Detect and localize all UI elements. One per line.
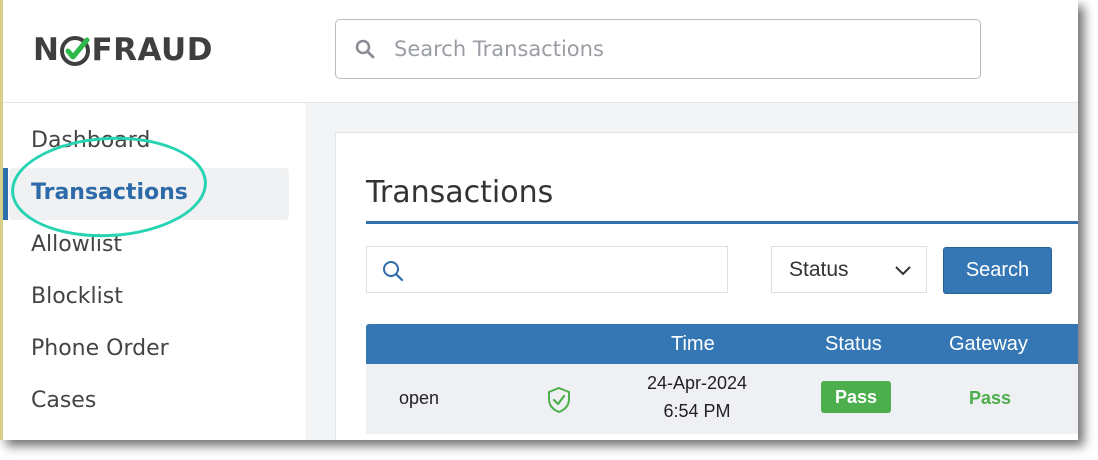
chevron-down-icon xyxy=(895,265,911,275)
transactions-panel: Transactions Status Search Time Status G… xyxy=(335,132,1078,440)
sidebar-item-cases[interactable]: Cases xyxy=(31,388,96,413)
table-row xyxy=(366,434,1078,440)
app-window: N FRAUD Dashboard Transactions Allowlist… xyxy=(0,0,1078,440)
search-icon xyxy=(383,261,404,282)
column-header-gateway[interactable]: Gateway xyxy=(949,333,1028,356)
logo-check-icon xyxy=(60,36,91,66)
global-search-input[interactable] xyxy=(392,36,956,62)
table-header: Time Status Gateway xyxy=(366,324,1078,364)
search-button[interactable]: Search xyxy=(943,247,1052,294)
search-icon xyxy=(355,39,375,59)
transaction-filter-input[interactable] xyxy=(366,246,728,293)
top-bar: N FRAUD xyxy=(3,0,1078,103)
global-search[interactable] xyxy=(335,19,981,79)
table-row[interactable]: open 24-Apr-2024 6:54 PM Pass Pass xyxy=(366,364,1078,434)
row-time-clock: 6:54 PM xyxy=(663,401,731,421)
status-select[interactable]: Status xyxy=(771,246,927,293)
status-badge: Pass xyxy=(821,381,891,413)
nofraud-logo[interactable]: N FRAUD xyxy=(33,30,213,70)
column-header-time[interactable]: Time xyxy=(671,333,715,356)
gateway-status: Pass xyxy=(969,388,1012,408)
shield-check-icon xyxy=(548,386,570,414)
title-divider xyxy=(366,221,1078,224)
column-header-status[interactable]: Status xyxy=(825,333,882,356)
sidebar-active-indicator xyxy=(3,168,8,220)
page-title: Transactions xyxy=(366,175,554,210)
logo-text-left: N xyxy=(33,32,60,68)
row-open-link[interactable]: open xyxy=(399,388,439,409)
sidebar-item-blocklist[interactable]: Blocklist xyxy=(31,284,123,309)
sidebar-item-phone-order[interactable]: Phone Order xyxy=(31,336,169,361)
status-select-value: Status xyxy=(789,257,849,281)
logo-text-right: FRAUD xyxy=(91,32,213,68)
row-time-date: 24-Apr-2024 xyxy=(646,373,748,393)
